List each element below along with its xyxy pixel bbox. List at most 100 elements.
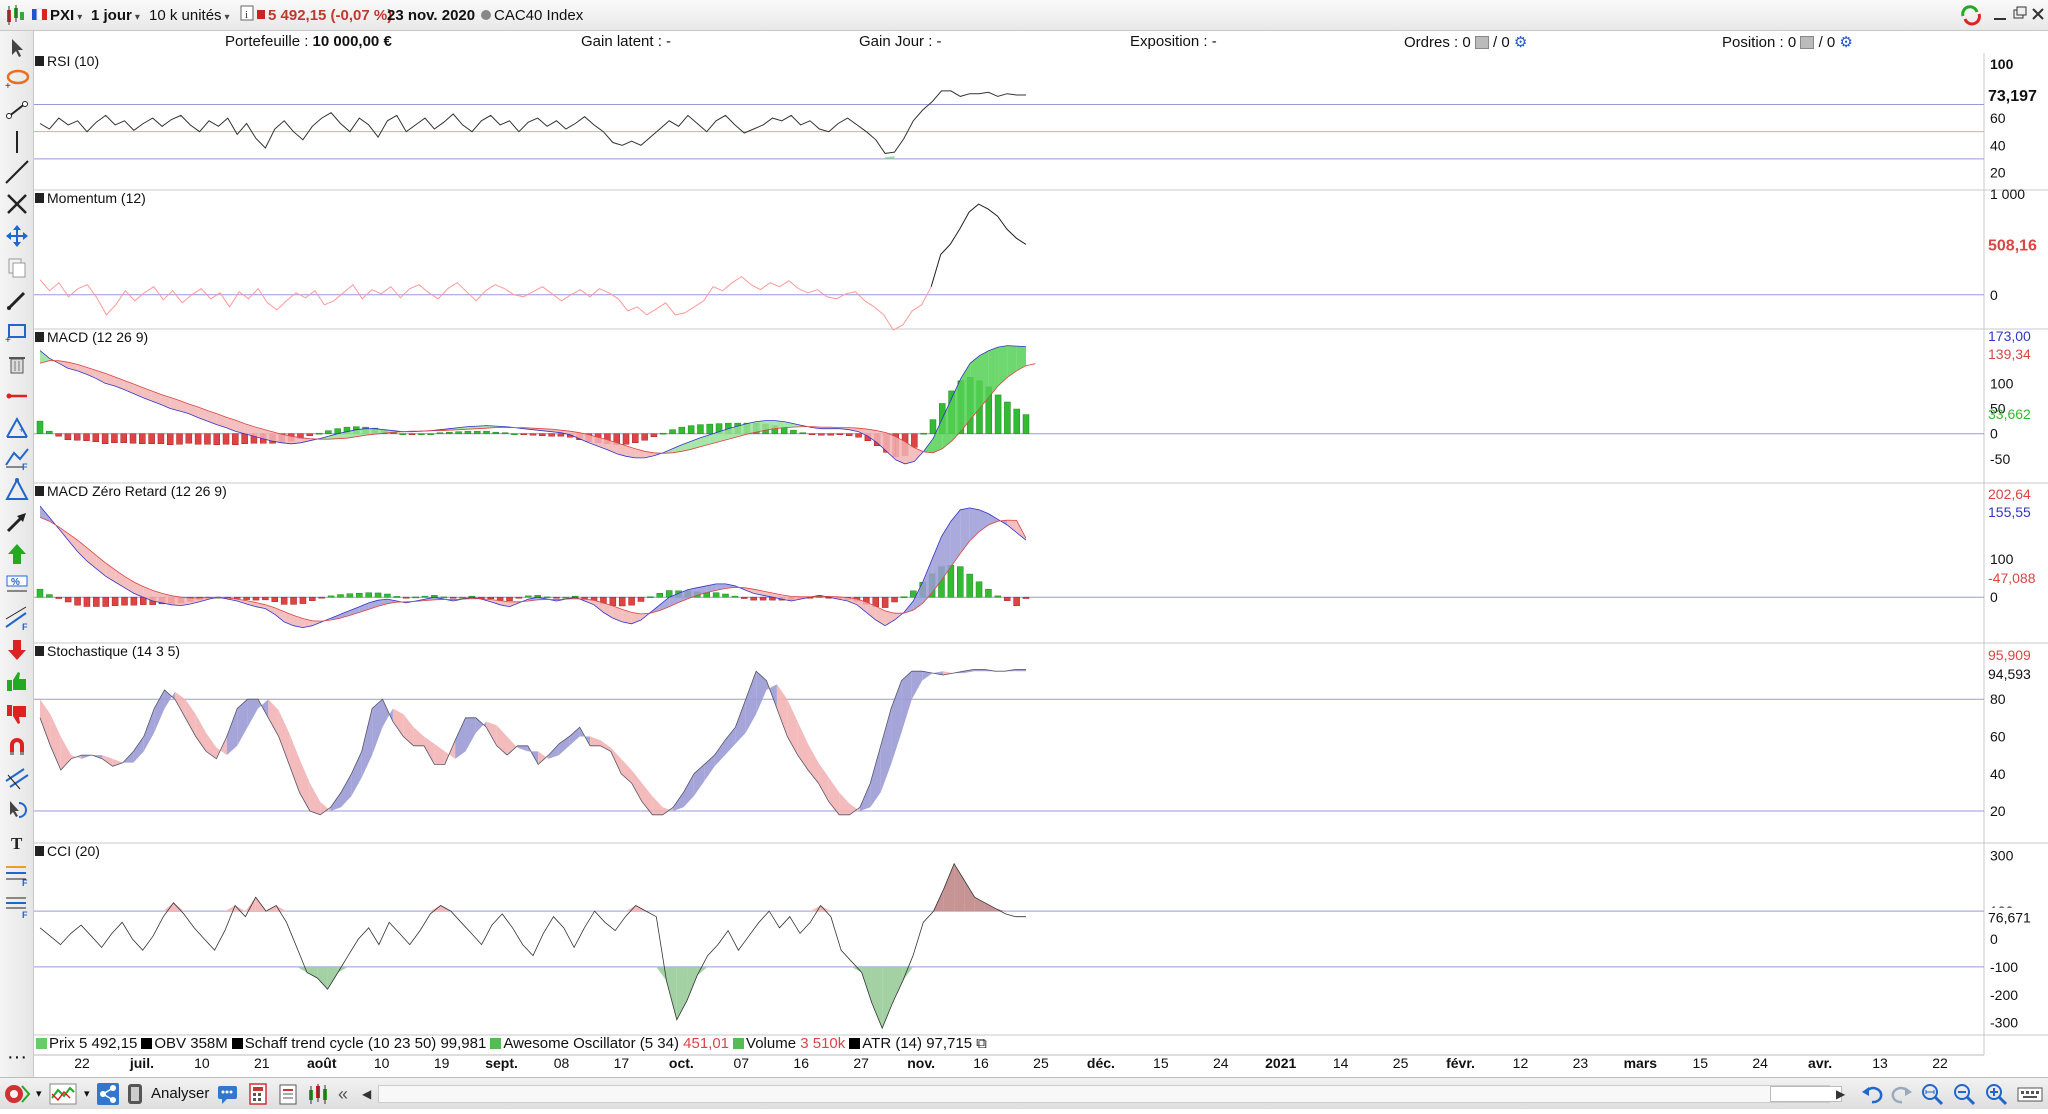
horizontal-line-icon[interactable] [4, 383, 30, 409]
indicator-pane-3[interactable]: MACD Zéro Retard (12 26 9) 100 0 202,64 155,… [34, 483, 2036, 629]
fibonacci-levels-icon[interactable]: F [4, 445, 30, 472]
trendline-icon[interactable] [4, 159, 30, 185]
x-axis[interactable]: 22 juil. 10 21 août 10 19 sept. 08 17 oct. 07 16 27 no… [34, 1054, 1984, 1071]
zoom-out-icon[interactable] [1952, 1082, 1978, 1106]
legend-item[interactable]: Volume 3 510k [733, 1035, 845, 1052]
book-icon[interactable] [276, 1082, 300, 1106]
fibonacci-retracement-icon[interactable]: F [4, 861, 30, 888]
restore-icon[interactable] [2012, 4, 2028, 27]
down-arrow-icon[interactable] [4, 637, 30, 663]
pane-title[interactable]: MACD (12 26 9) [35, 329, 148, 345]
indicator-pane-1[interactable]: Momentum (12) 1 000 0 508,16 [34, 186, 2046, 331]
histogram-bar [750, 596, 757, 601]
cross-tool-icon[interactable] [4, 191, 30, 217]
scroll-left-icon[interactable]: ◀ [362, 1082, 371, 1106]
pencil-icon[interactable] [4, 287, 30, 313]
calculator-icon[interactable] [246, 1082, 270, 1106]
rectangle-tool-icon[interactable]: + [4, 319, 30, 346]
scrollbar-thumb[interactable] [1770, 1086, 1842, 1102]
trash-icon[interactable] [4, 351, 30, 377]
pane-title-text: RSI (10) [47, 53, 99, 69]
indicator-pane-0[interactable]: RSI (10)1008060402073,197 [34, 53, 2046, 180]
share-icon[interactable] [96, 1082, 120, 1106]
triangle-tool-icon[interactable] [4, 477, 30, 503]
zoom-fit-icon[interactable] [1920, 1082, 1946, 1106]
period-dropdown[interactable]: 1 jour [91, 4, 140, 27]
text-tool-icon[interactable]: T [4, 829, 30, 855]
undo-icon[interactable] [1860, 1082, 1884, 1106]
up-arrow-icon[interactable] [4, 541, 30, 567]
thumbs-up-icon[interactable] [4, 669, 30, 695]
panel-icon[interactable] [124, 1082, 146, 1106]
candles-icon[interactable] [306, 1082, 330, 1106]
y-tick-label: 60 [1990, 728, 2006, 744]
chart-area[interactable]: RSI (10)1008060402073,197Momentum (12)1 … [34, 53, 2048, 1077]
copy-icon[interactable] [4, 255, 30, 281]
magnet-icon[interactable] [4, 733, 30, 759]
fibonacci-extension-icon[interactable]: F [4, 893, 30, 920]
histogram-bar [966, 573, 973, 598]
position-box-icon[interactable] [1800, 36, 1815, 49]
rotate-cursor-icon[interactable] [4, 797, 30, 823]
pane-title[interactable]: CCI (20) [35, 843, 100, 859]
zoom-in-icon[interactable] [1984, 1082, 2010, 1106]
settings-wheel-icon[interactable] [2, 1082, 32, 1106]
move-icon[interactable] [4, 223, 30, 249]
pane-title[interactable]: Momentum (12) [35, 190, 146, 206]
more-tools-icon[interactable]: ··· [4, 1047, 30, 1067]
redo-icon[interactable] [1890, 1082, 1914, 1106]
candlestick-icon[interactable] [4, 4, 26, 27]
macd-band [1007, 345, 1017, 378]
arrow-tool-icon[interactable] [4, 509, 30, 535]
units-dropdown[interactable]: 10 k unités [149, 4, 230, 27]
symbol-dropdown[interactable]: PXI [50, 4, 82, 27]
close-icon[interactable] [2030, 4, 2046, 27]
parallel-lines-icon[interactable] [4, 765, 30, 791]
refresh-icon[interactable] [1958, 4, 1984, 27]
indicator-chart-icon[interactable] [48, 1082, 84, 1106]
cci-overbought-fill [964, 880, 975, 912]
wheel-dropdown-icon[interactable]: ▾ [36, 1082, 42, 1106]
cci-overbought-fill [943, 863, 955, 912]
indicator-pane-2[interactable]: MACD (12 26 9)100500-50173,00139,3433,66… [34, 328, 2031, 467]
legend-item[interactable]: OBV 358M [141, 1035, 228, 1052]
legend-expand-icon[interactable]: ⧉ [976, 1035, 987, 1052]
ellipse-tool-icon[interactable]: + [4, 65, 30, 92]
indicator-dropdown-icon[interactable]: ▾ [84, 1082, 90, 1106]
segment-tool-icon[interactable] [4, 97, 30, 123]
indicator-pane-4[interactable]: Stochastique (14 3 5) 80 60 40 20 95,909 94,59… [34, 643, 2031, 819]
ordres-box-icon[interactable] [1474, 36, 1489, 49]
keyboard-icon[interactable] [2016, 1082, 2044, 1106]
comment-icon[interactable] [216, 1082, 240, 1106]
legend-item[interactable]: Awesome Oscillator (5 34) 451,01 [490, 1035, 729, 1052]
percent-tool-icon[interactable]: % [4, 573, 30, 599]
horizontal-scrollbar[interactable] [378, 1085, 1830, 1103]
pane-title[interactable]: Stochastique (14 3 5) [35, 643, 180, 659]
indicator-pane-5[interactable]: CCI (20)3001000-100-200-30076,671 [34, 843, 2046, 1031]
legend-item[interactable]: ATR (14) 97,715 [849, 1035, 972, 1052]
legend-name: OBV [154, 1035, 191, 1052]
stochastic-band [112, 758, 124, 767]
fibonacci-fan-icon[interactable]: + [4, 415, 30, 441]
histogram-bar [315, 432, 323, 435]
pane-title[interactable]: MACD Zéro Retard (12 26 9) [35, 483, 227, 499]
channel-tool-icon[interactable]: F [4, 605, 30, 632]
stochastic-band [880, 708, 892, 793]
position-gear-icon[interactable]: ⚙ [1839, 34, 1852, 51]
cursor-icon[interactable] [4, 35, 30, 61]
legend-item[interactable]: Prix 5 492,15 [36, 1035, 137, 1052]
scroll-far-left-icon[interactable]: « [338, 1082, 348, 1106]
histogram-bar [759, 596, 767, 601]
ordres-gear-icon[interactable]: ⚙ [1514, 34, 1527, 51]
analyser-button[interactable]: Analyser [151, 1082, 209, 1106]
position: Position : 0 / 0 ⚙ [1722, 33, 1853, 51]
x-tick-label: sept. [485, 1055, 518, 1071]
histogram-bar [446, 431, 453, 434]
legend-item[interactable]: Schaff trend cycle (10 23 50) 99,981 [231, 1035, 486, 1052]
scroll-right-icon[interactable]: ▶ [1836, 1082, 1845, 1106]
pane-title[interactable]: RSI (10) [35, 53, 99, 69]
minimize-icon[interactable] [1992, 4, 2008, 27]
info-icon[interactable]: i [240, 4, 254, 27]
vertical-line-icon[interactable] [4, 129, 30, 155]
thumbs-down-icon[interactable] [4, 701, 30, 727]
